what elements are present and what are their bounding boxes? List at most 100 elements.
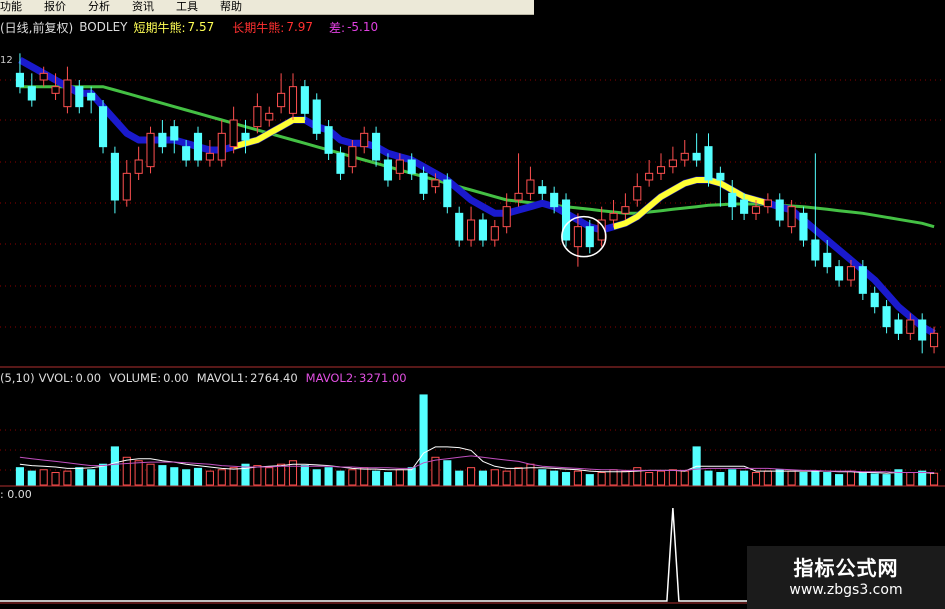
candle-body xyxy=(538,186,547,194)
volume-bar xyxy=(348,469,357,486)
candle-body xyxy=(514,192,523,201)
volume-bar xyxy=(467,467,476,486)
candle-body xyxy=(490,226,499,241)
candle-body xyxy=(360,132,369,148)
volume-bar xyxy=(656,470,666,486)
candle-body xyxy=(383,159,393,181)
volume-bar xyxy=(51,472,60,486)
volume-bar xyxy=(27,470,36,486)
candle-body xyxy=(277,92,286,108)
candle-body xyxy=(775,199,784,221)
candle-body xyxy=(63,79,72,108)
candle-body xyxy=(716,172,725,181)
volume-bar xyxy=(170,467,179,486)
candle-body xyxy=(265,112,274,121)
volume-bar xyxy=(846,470,856,486)
volume-bar xyxy=(372,470,381,486)
volume-bar xyxy=(751,472,761,486)
candle-body xyxy=(431,179,440,188)
volume-bar xyxy=(134,460,143,486)
volume-bar xyxy=(110,446,119,486)
candle-body xyxy=(502,206,511,228)
candle-body xyxy=(336,152,345,174)
candle-body xyxy=(585,226,594,248)
candle-body xyxy=(870,292,879,308)
candle-body xyxy=(372,132,381,161)
volume-bar xyxy=(502,470,511,486)
candle-body xyxy=(740,199,749,214)
candle-body xyxy=(633,186,642,201)
candle-body xyxy=(811,239,820,261)
volume-bar xyxy=(680,470,689,486)
candle-body xyxy=(217,132,226,161)
volume-bar xyxy=(490,469,499,486)
volume-bar xyxy=(763,470,772,486)
candle-body xyxy=(668,159,677,168)
volume-bar xyxy=(835,474,844,486)
volume-bar xyxy=(229,467,238,486)
volume-bar xyxy=(63,470,72,486)
candle-body xyxy=(846,266,856,281)
volume-bar xyxy=(39,469,48,486)
volume-bar xyxy=(455,470,464,486)
volume-bar xyxy=(538,469,547,486)
candle-body xyxy=(229,119,238,148)
volume-bar xyxy=(514,467,523,486)
candle-body xyxy=(858,266,867,294)
volume-bar xyxy=(550,470,559,486)
candle-body xyxy=(704,146,713,181)
volume-bar xyxy=(158,465,167,486)
candle-body xyxy=(728,192,737,208)
volume-bar xyxy=(645,472,654,486)
volume-bar xyxy=(918,470,927,486)
candle-body xyxy=(348,146,357,168)
candle-body xyxy=(526,179,535,194)
volume-bar xyxy=(728,469,737,486)
volume-bar xyxy=(740,470,749,486)
candle-body xyxy=(609,212,618,221)
mavol1-line xyxy=(19,446,935,474)
candle-body xyxy=(455,212,464,241)
volume-bar xyxy=(253,465,262,486)
volume-bar xyxy=(324,467,333,486)
candle-body xyxy=(621,206,630,214)
candle-body xyxy=(680,152,689,161)
candle-body xyxy=(467,219,476,241)
volume-bar xyxy=(265,467,274,486)
stock-chart[interactable] xyxy=(0,0,945,609)
candle-body xyxy=(170,126,179,141)
volume-bar xyxy=(182,469,191,486)
volume-bar xyxy=(146,463,155,486)
candle-body xyxy=(823,252,832,268)
candle-body xyxy=(835,266,844,281)
candle-body xyxy=(253,106,262,128)
volume-bar xyxy=(811,470,820,486)
volume-bar xyxy=(621,470,630,486)
candle-body xyxy=(561,199,571,241)
volume-bar xyxy=(395,469,404,486)
volume-bar xyxy=(443,460,452,486)
candle-body xyxy=(573,226,582,248)
candle-body xyxy=(312,99,321,134)
candle-body xyxy=(158,132,167,148)
candle-body xyxy=(656,166,666,174)
candle-body xyxy=(407,159,416,174)
candle-body xyxy=(930,332,939,348)
candle-body xyxy=(241,132,250,141)
volume-bar xyxy=(668,469,677,486)
candle-body xyxy=(300,86,309,114)
candle-body xyxy=(39,72,48,81)
candle-body xyxy=(182,146,191,161)
candle-body xyxy=(134,159,143,174)
volume-bar xyxy=(930,472,939,486)
watermark-url: www.zbgs3.com xyxy=(789,582,903,598)
candle-body xyxy=(906,319,915,334)
volume-bar xyxy=(561,472,571,486)
candle-body xyxy=(419,172,428,194)
volume-bar xyxy=(312,469,321,486)
volume-bar xyxy=(882,474,891,486)
mavol2-line xyxy=(19,455,935,473)
candle-body xyxy=(443,179,452,208)
candle-body xyxy=(75,86,84,108)
candle-body xyxy=(146,132,155,168)
